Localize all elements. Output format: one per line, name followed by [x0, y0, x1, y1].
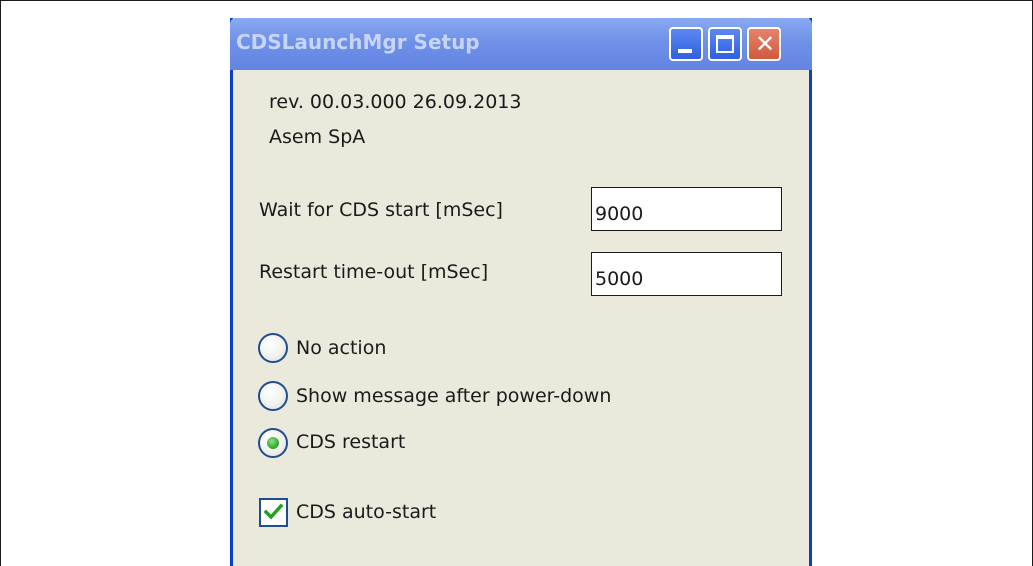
radio-show-message-label[interactable]: Show message after power-down [296, 384, 611, 408]
autostart-checkbox[interactable] [259, 498, 288, 527]
revision-text: rev. 00.03.000 26.09.2013 [269, 91, 522, 113]
radio-selected-dot [267, 437, 279, 449]
minimize-button[interactable] [669, 27, 703, 61]
autostart-label[interactable]: CDS auto-start [296, 500, 436, 524]
radio-no-action[interactable] [258, 333, 288, 363]
title-bar[interactable]: CDSLaunchMgr Setup ✕ [230, 18, 812, 70]
screen-frame-left [0, 0, 1, 566]
close-button[interactable]: ✕ [747, 27, 781, 61]
company-text: Asem SpA [269, 126, 366, 148]
restart-label: Restart time-out [mSec] [259, 261, 489, 283]
wait-label: Wait for CDS start [mSec] [259, 199, 503, 221]
restart-input[interactable] [591, 252, 782, 296]
radio-no-action-label[interactable]: No action [296, 336, 386, 360]
radio-cds-restart[interactable] [258, 428, 288, 458]
window-title: CDSLaunchMgr Setup [236, 30, 480, 54]
screen-frame-top [0, 0, 1033, 1]
minimize-icon [678, 49, 692, 53]
maximize-button[interactable] [708, 27, 742, 61]
close-icon: ✕ [754, 30, 776, 58]
maximize-icon [716, 35, 734, 53]
radio-cds-restart-label[interactable]: CDS restart [296, 430, 405, 454]
wait-input[interactable] [591, 187, 782, 231]
checkmark-icon [263, 503, 284, 520]
radio-show-message[interactable] [258, 381, 288, 411]
